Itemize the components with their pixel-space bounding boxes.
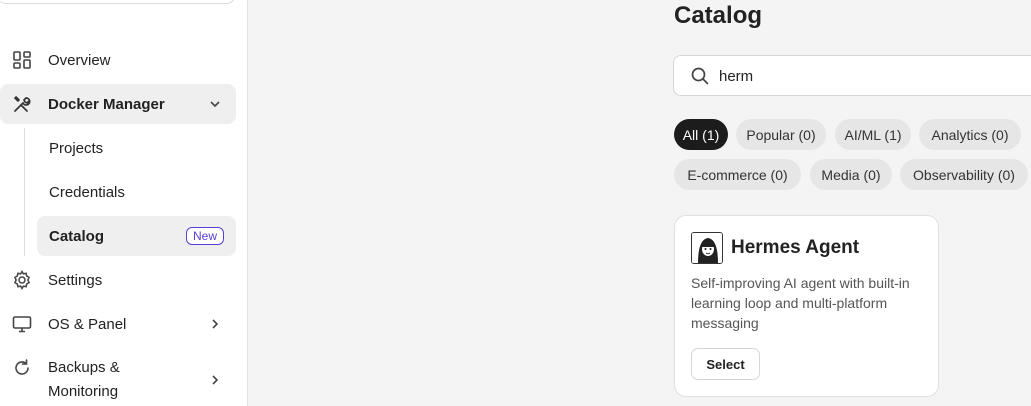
gear-icon: [12, 270, 32, 290]
search-box[interactable]: [673, 55, 1031, 96]
sidebar-item-label: Docker Manager: [48, 95, 165, 113]
sidebar-item-label-line2: Monitoring: [48, 383, 119, 400]
sidebar-subitem-label: Catalog: [49, 227, 105, 245]
sidebar-item-backups-monitoring[interactable]: Backups & Monitoring: [0, 356, 236, 404]
filter-chip-analytics[interactable]: Analytics (0): [919, 119, 1021, 150]
card-description: Self-improving AI agent with built-in le…: [691, 275, 910, 331]
sidebar-item-settings[interactable]: Settings: [0, 260, 236, 300]
catalog-card[interactable]: Hermes Agent Self-improving AI agent wit…: [674, 215, 939, 397]
sidebar-item-docker-manager[interactable]: Docker Manager: [0, 84, 236, 124]
chevron-down-icon[interactable]: [208, 97, 222, 111]
search-input[interactable]: [719, 64, 1019, 88]
page-title: Catalog: [674, 2, 763, 29]
filter-chip-all[interactable]: All (1): [674, 119, 728, 150]
sidebar-subitem-label: Projects: [49, 139, 104, 157]
tools-icon: [12, 94, 32, 114]
sidebar-subitem-label: Credentials: [49, 183, 125, 201]
refresh-icon: [12, 358, 32, 378]
filter-chip-media[interactable]: Media (0): [810, 159, 892, 190]
sidebar-subitem-catalog[interactable]: Catalog New: [37, 216, 236, 256]
subtree-divider: [24, 128, 25, 256]
sidebar-item-label: Settings: [48, 271, 103, 289]
card-title: Hermes Agent: [731, 237, 860, 258]
new-badge: New: [185, 227, 224, 245]
hermes-avatar-icon: [691, 232, 723, 264]
select-button[interactable]: Select: [691, 348, 760, 380]
sidebar-item-overview[interactable]: Overview: [0, 40, 236, 80]
grid-icon: [12, 50, 32, 70]
sidebar-item-label: Backups & Monitoring: [48, 356, 120, 404]
sidebar: Overview Docker Manager Projects Credent…: [0, 0, 248, 406]
filter-chip-observability[interactable]: Observability (0): [900, 159, 1028, 190]
filter-chip-popular[interactable]: Popular (0): [736, 119, 826, 150]
filter-chip-ecommerce[interactable]: E-commerce (0): [674, 159, 801, 190]
search-icon: [691, 67, 709, 85]
sidebar-item-label-line1: Backups &: [48, 359, 120, 376]
sidebar-item-label: OS & Panel: [48, 315, 127, 333]
sidebar-subitem-projects[interactable]: Projects: [37, 128, 236, 168]
filter-chip-ai-ml[interactable]: AI/ML (1): [835, 119, 911, 150]
sidebar-item-label: Overview: [48, 51, 111, 69]
sidebar-subitem-credentials[interactable]: Credentials: [37, 172, 236, 212]
sidebar-item-os-panel[interactable]: OS & Panel: [0, 304, 236, 344]
monitor-icon: [12, 314, 32, 334]
chevron-right-icon[interactable]: [208, 373, 222, 387]
chevron-right-icon[interactable]: [208, 317, 222, 331]
sidebar-search-box[interactable]: [0, 0, 236, 4]
